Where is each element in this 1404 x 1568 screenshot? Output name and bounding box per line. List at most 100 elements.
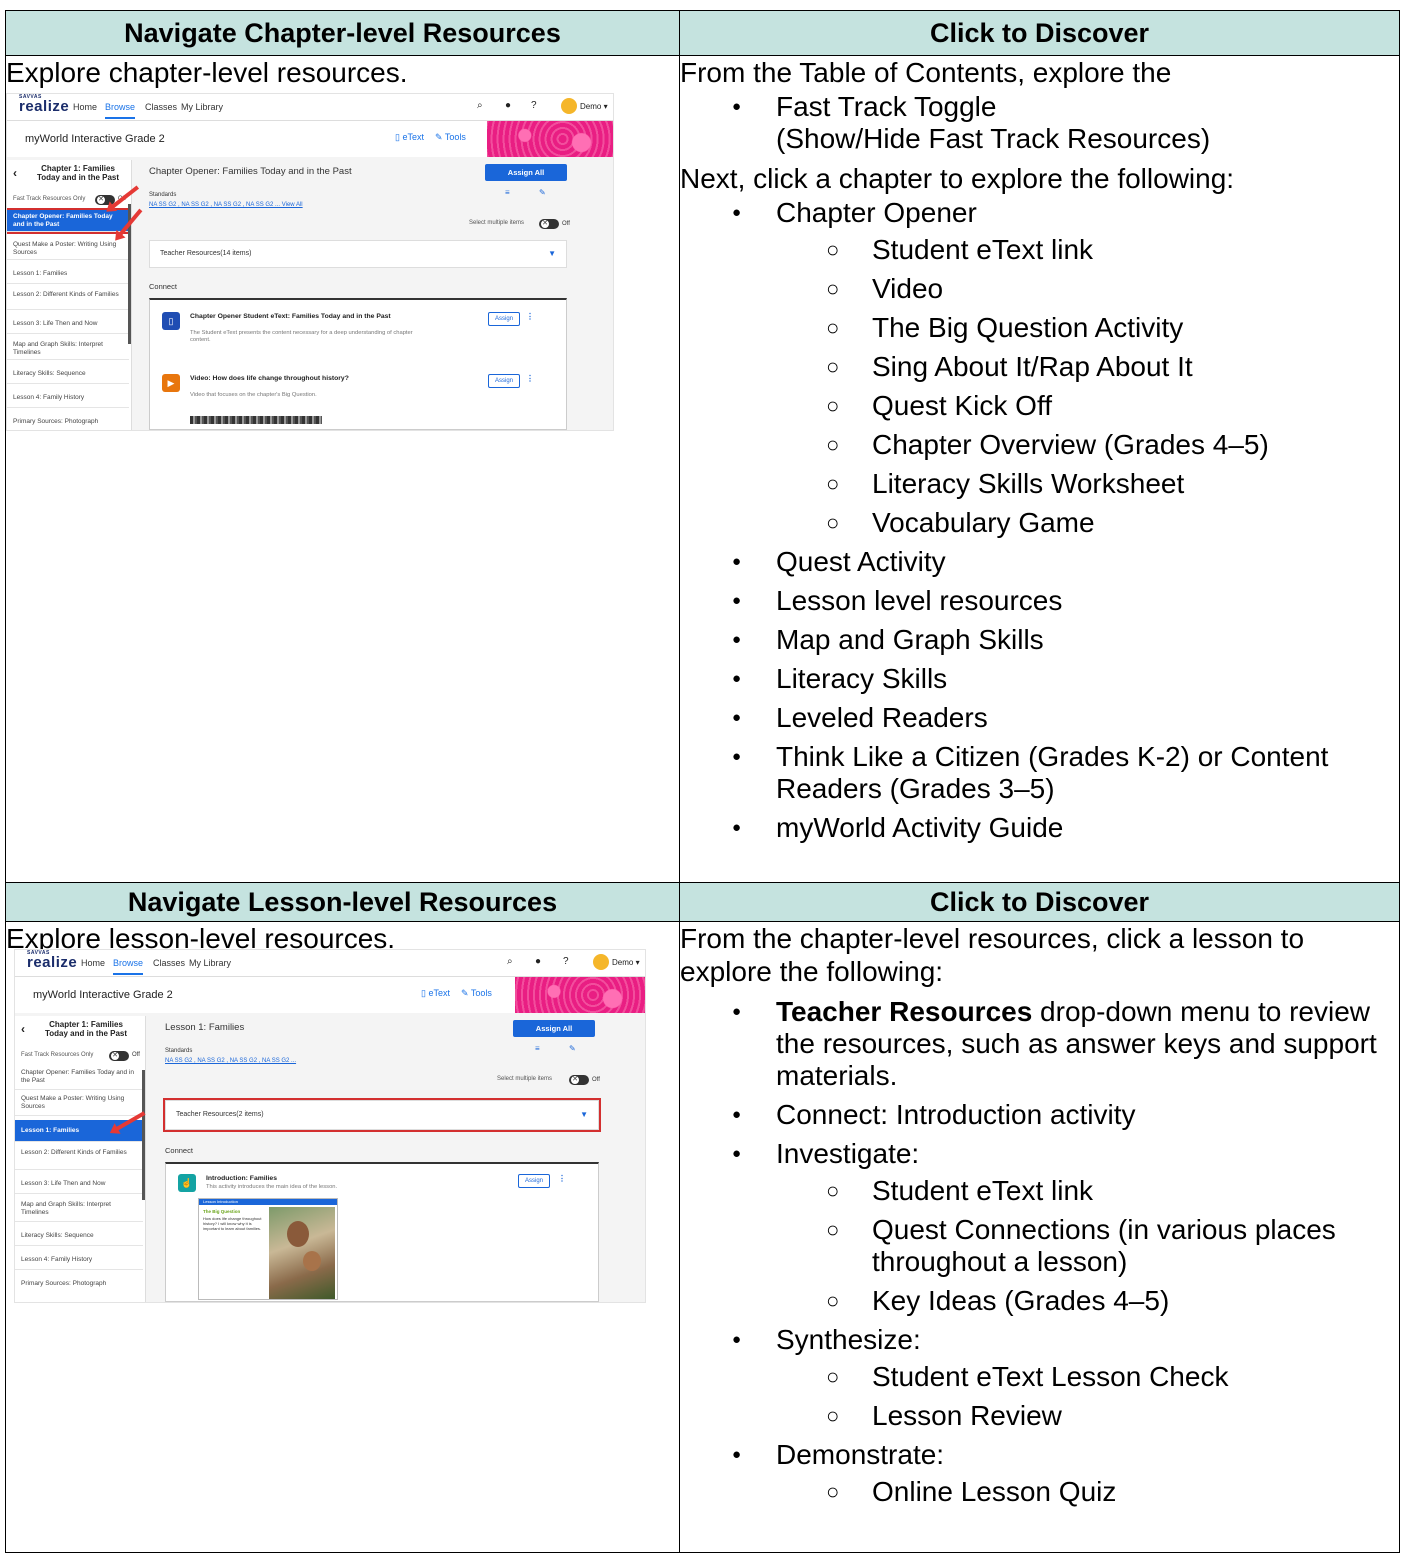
list-item: Vocabulary Game [826,507,1399,539]
select-multiple: Select multiple items [497,1076,553,1082]
assign-button[interactable]: Assign [488,312,520,326]
list-item: Quest Connections (in various places thr… [826,1214,1399,1278]
sidebar-chapter-header[interactable]: ‹ Chapter 1: Families Today and in the P… [7,160,131,190]
tools-link[interactable]: ✎ Tools [461,988,492,999]
resource-table: Navigate Chapter-level Resources Click t… [5,10,1400,1553]
edit-icon[interactable]: ✎ [539,188,546,197]
etext-link[interactable]: ▯ eText [421,988,450,999]
nav-home[interactable]: Home [81,958,105,968]
list-item: Student eText link [826,1175,1399,1207]
lesson-right-cell: From the chapter-level resources, click … [679,921,1400,1553]
assign-all-button[interactable]: Assign All [513,1020,595,1037]
sidebar-chapter-header[interactable]: ‹ Chapter 1: Families Today and in the P… [15,1016,145,1046]
standards-links[interactable]: NA SS G2 , NA SS G2 , NA SS G2 , NA SS G… [149,202,303,208]
avatar[interactable] [561,98,577,114]
fast-track-toggle-row: Fast Track Resources Only Off [15,1049,145,1063]
more-icon[interactable]: ⋮ [526,312,534,321]
etext-link[interactable]: ▯ eText [395,132,424,143]
select-multiple-toggle[interactable] [569,1075,589,1085]
search-icon[interactable]: ⌕ [507,956,513,967]
sidebar-item-literacy[interactable]: Literacy Skills: Sequence [7,364,129,384]
nav-browse[interactable]: Browse [105,102,136,119]
user-menu[interactable]: Demo ▾ [580,102,608,111]
sidebar-item-chapter-opener[interactable]: Chapter Opener: Families Today and in th… [15,1066,143,1090]
playlist-icon[interactable]: ≡ [535,1044,540,1053]
sidebar-item-quest[interactable]: Quest Make a Poster: Writing Using Sourc… [7,238,129,260]
list-item: Leveled Readers [730,702,1399,734]
realize-logo: SAVVAS realize [19,94,70,115]
edit-icon[interactable]: ✎ [569,1044,576,1053]
bell-icon[interactable]: ● [505,100,511,111]
assign-all-button[interactable]: Assign All [485,164,567,181]
nav-my-library[interactable]: My Library [181,102,223,112]
list-item: Connect: Introduction activity [730,1099,1399,1131]
lesson-intro-thumbnail[interactable]: Lesson Introduction The Big Question How… [198,1198,338,1300]
list-item: Student eText link [826,234,1399,266]
bell-icon[interactable]: ● [535,956,541,967]
header-click-to-discover: Click to Discover [679,10,1400,56]
avatar[interactable] [593,954,609,970]
main-title: Chapter Opener: Families Today and in th… [149,166,352,177]
more-icon[interactable]: ⋮ [558,1174,566,1183]
sidebar-item-literacy[interactable]: Literacy Skills: Sequence [15,1226,143,1246]
list-item: The Big Question Activity [826,312,1399,344]
chevron-left-icon[interactable]: ‹ [13,166,17,180]
nav-my-library[interactable]: My Library [189,958,231,968]
sidebar-item-lesson-4[interactable]: Lesson 4: Family History [15,1250,143,1270]
assign-button[interactable]: Assign [518,1174,550,1188]
sidebar-item-lesson-2[interactable]: Lesson 2: Different Kinds of Families [7,288,129,310]
nav-classes[interactable]: Classes [145,102,177,112]
nav-classes[interactable]: Classes [153,958,185,968]
play-icon: ▶ [162,374,180,392]
teacher-resources-dropdown[interactable]: Teacher Resources(2 items) ▼ [163,1098,601,1132]
nav-browse[interactable]: Browse [113,958,144,975]
list-item: myWorld Activity Guide [730,812,1399,844]
chapter-intro: Explore chapter-level resources. [6,57,408,88]
playlist-icon[interactable]: ≡ [505,188,510,197]
header-click-to-discover-2: Click to Discover [679,882,1400,922]
more-icon[interactable]: ⋮ [526,374,534,383]
standards-label: Standards [165,1048,193,1054]
search-icon[interactable]: ⌕ [477,100,483,111]
sidebar-scrollbar[interactable] [142,1070,145,1200]
list-item: Lesson Review [826,1400,1399,1432]
user-menu[interactable]: Demo ▾ [612,958,640,967]
fast-track-toggle[interactable] [109,1051,129,1061]
select-multiple-toggle[interactable] [539,219,559,229]
sidebar-item-lesson-3[interactable]: Lesson 3: Life Then and Now [15,1174,143,1194]
sidebar-item-quest[interactable]: Quest Make a Poster: Writing Using Sourc… [15,1092,143,1116]
hand-pointer-icon: ☝ [178,1174,196,1192]
list-item: Literacy Skills [730,663,1399,695]
list-item: Investigate: Student eText link Quest Co… [730,1138,1399,1317]
nav-home[interactable]: Home [73,102,97,112]
realize-logo: SAVVAS realize [27,950,78,971]
sidebar-item-lesson-4[interactable]: Lesson 4: Family History [7,388,129,408]
resource-card: ☝ Introduction: Families This activity i… [165,1162,599,1302]
investigate-sublist: Student eText link Quest Connections (in… [776,1175,1399,1317]
program-banner [515,977,645,1013]
video-thumbnail[interactable] [190,416,322,424]
chapter-p2: Next, click a chapter to explore the fol… [680,163,1235,194]
sidebar-item-map-graph[interactable]: Map and Graph Skills: Interpret Timeline… [15,1198,143,1222]
list-item: Quest Activity [730,546,1399,578]
demonstrate-sublist: Online Lesson Quiz [776,1476,1399,1508]
list-item: Think Like a Citizen (Grades K-2) or Con… [730,741,1399,805]
standards-links[interactable]: NA SS G2 , NA SS G2 , NA SS G2 , NA SS G… [165,1058,296,1064]
sidebar-item-lesson-1[interactable]: Lesson 1: Families [7,264,129,284]
sidebar-item-map-graph[interactable]: Map and Graph Skills: Interpret Timeline… [7,338,129,360]
sidebar-item-primary-sources[interactable]: Primary Sources: Photograph [15,1274,143,1294]
sidebar-item-lesson-3[interactable]: Lesson 3: Life Then and Now [7,314,129,334]
list-item: Synthesize: Student eText Lesson Check L… [730,1324,1399,1432]
lesson-list: Teacher Resources drop-down menu to revi… [680,996,1399,1508]
list-item: Chapter Opener Student eText link Video … [730,197,1399,539]
chevron-left-icon[interactable]: ‹ [21,1022,25,1036]
tools-link[interactable]: ✎ Tools [435,132,466,143]
assign-button[interactable]: Assign [488,374,520,388]
teacher-resources-dropdown[interactable]: Teacher Resources(14 items) ▼ [149,240,567,268]
help-icon[interactable]: ? [563,956,569,967]
list-item: Fast Track Toggle(Show/Hide Fast Track R… [730,91,1399,155]
sidebar-item-primary-sources[interactable]: Primary Sources: Photograph [7,412,129,430]
standards-label: Standards [149,192,177,198]
sidebar-item-lesson-2[interactable]: Lesson 2: Different Kinds of Families [15,1146,143,1170]
help-icon[interactable]: ? [531,100,537,111]
